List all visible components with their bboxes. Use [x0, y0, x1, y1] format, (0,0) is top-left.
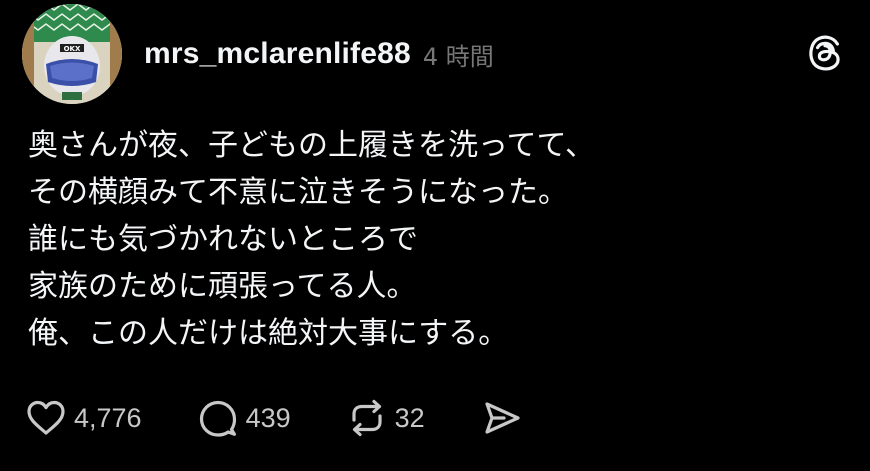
comment-bubble-icon [199, 400, 236, 437]
post-text-line: 誰にも気づかれないところで [28, 222, 418, 257]
svg-text:OKX: OKX [64, 45, 81, 53]
like-button[interactable]: 4,776 [26, 399, 142, 437]
reply-button[interactable]: 439 [198, 398, 291, 438]
repost-count: 32 [394, 402, 425, 433]
post-header: mrs_mclarenlife88 4 時間 [144, 32, 494, 76]
username[interactable]: mrs_mclarenlife88 [144, 37, 411, 71]
avatar[interactable]: OKX [22, 4, 122, 104]
post-text-line: 俺、この人だけは絶対大事にする。 [28, 316, 509, 351]
repost-button[interactable]: 32 [347, 398, 425, 438]
post-body: 奥さんが夜、子どもの上履きを洗ってて、 その横顔みて不意に泣きそうになった。 誰… [28, 122, 848, 357]
threads-post: OKX mrs_mclarenlife88 4 時間 奥さんが夜、子どもの上履き… [0, 0, 870, 471]
post-text-line: その横顔みて不意に泣きそうになった。 [28, 175, 568, 210]
send-icon [485, 402, 520, 434]
like-count: 4,776 [74, 402, 142, 433]
heart-icon [27, 400, 65, 435]
post-text-line: 奥さんが夜、子どもの上履きを洗ってて、 [28, 128, 595, 163]
helmet-avatar-image: OKX [22, 4, 122, 104]
threads-logo-icon [806, 34, 844, 74]
share-button[interactable] [483, 399, 521, 437]
action-bar: 4,776 439 32 [26, 396, 521, 440]
post-timestamp: 4 時間 [422, 42, 494, 71]
repost-arrows-icon [352, 399, 382, 437]
post-text-line: 家族のために頑張ってる人。 [28, 269, 417, 304]
reply-count: 439 [245, 402, 291, 433]
